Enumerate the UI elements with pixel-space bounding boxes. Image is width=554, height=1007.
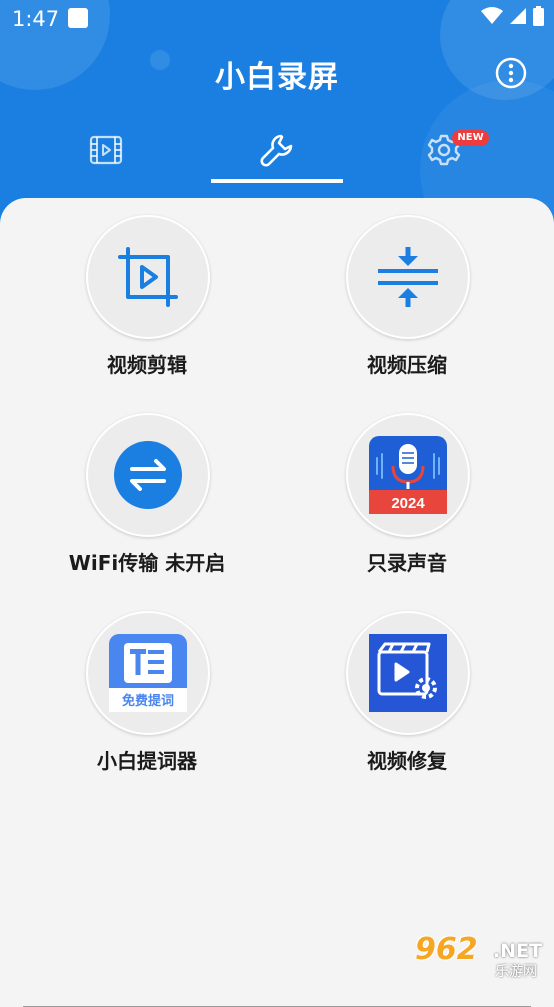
more-vertical-icon	[495, 57, 527, 89]
notification-icon	[68, 8, 88, 28]
watermark-number: 962	[415, 932, 478, 967]
wifi-transfer-icon	[114, 441, 182, 509]
tool-teleprompter[interactable]: 免费提词 小白提词器	[27, 611, 267, 781]
tab-settings[interactable]	[379, 118, 509, 182]
watermark-site: 乐游网	[495, 964, 537, 980]
microphone-icon: 2024	[369, 436, 447, 514]
status-bar: 1:47	[0, 0, 554, 38]
tool-icon-circle	[346, 611, 470, 735]
tool-label: WiFi传输 未开启	[68, 551, 226, 575]
video-film-icon	[89, 135, 123, 165]
teleprompter-icon: 免费提词	[109, 634, 187, 712]
tool-wifi-transfer[interactable]: WiFi传输 未开启	[27, 413, 267, 583]
tool-icon-circle: 2024	[346, 413, 470, 537]
wrench-icon	[260, 134, 293, 167]
tab-tools[interactable]	[212, 118, 342, 182]
watermark: 962 .NET 乐游网	[415, 932, 550, 980]
status-icons	[481, 6, 544, 26]
tool-label: 只录声音	[367, 551, 447, 575]
cell-signal-icon	[510, 8, 526, 24]
more-menu-button[interactable]	[495, 57, 527, 89]
page-title: 小白录屏	[215, 60, 339, 95]
tool-video-edit[interactable]: 视频剪辑	[27, 215, 267, 385]
new-badge: NEW	[452, 130, 489, 146]
tool-label: 视频压缩	[367, 353, 447, 377]
watermark-suffix: .NET	[493, 940, 543, 962]
crop-play-icon	[118, 247, 178, 307]
status-time: 1:47	[12, 7, 60, 31]
video-repair-icon	[369, 634, 447, 712]
battery-icon	[533, 6, 544, 26]
tool-icon-circle: 免费提词	[86, 611, 210, 735]
teleprompter-badge-text: 免费提词	[122, 693, 174, 709]
tool-audio-record[interactable]: 2024 只录声音	[287, 413, 527, 583]
tool-video-repair[interactable]: 视频修复	[287, 611, 527, 781]
tool-label: 小白提词器	[97, 749, 197, 773]
tab-indicator	[211, 179, 343, 183]
compress-arrows-icon	[378, 247, 438, 307]
tools-panel: 视频剪辑 视频压缩 WiFi传输 未开启 2024 只录声音 免费提词 小白提词…	[0, 198, 554, 1007]
tool-icon-circle	[346, 215, 470, 339]
wifi-signal-icon	[481, 7, 503, 24]
tool-label: 视频修复	[367, 749, 447, 773]
tool-video-compress[interactable]: 视频压缩	[287, 215, 527, 385]
tab-recordings[interactable]	[41, 118, 171, 182]
tool-icon-circle	[86, 215, 210, 339]
mic-year-text: 2024	[391, 495, 425, 512]
tool-label: 视频剪辑	[107, 353, 187, 377]
app-header: 1:47 小白录屏 NEW	[0, 0, 554, 230]
tool-icon-circle	[86, 413, 210, 537]
